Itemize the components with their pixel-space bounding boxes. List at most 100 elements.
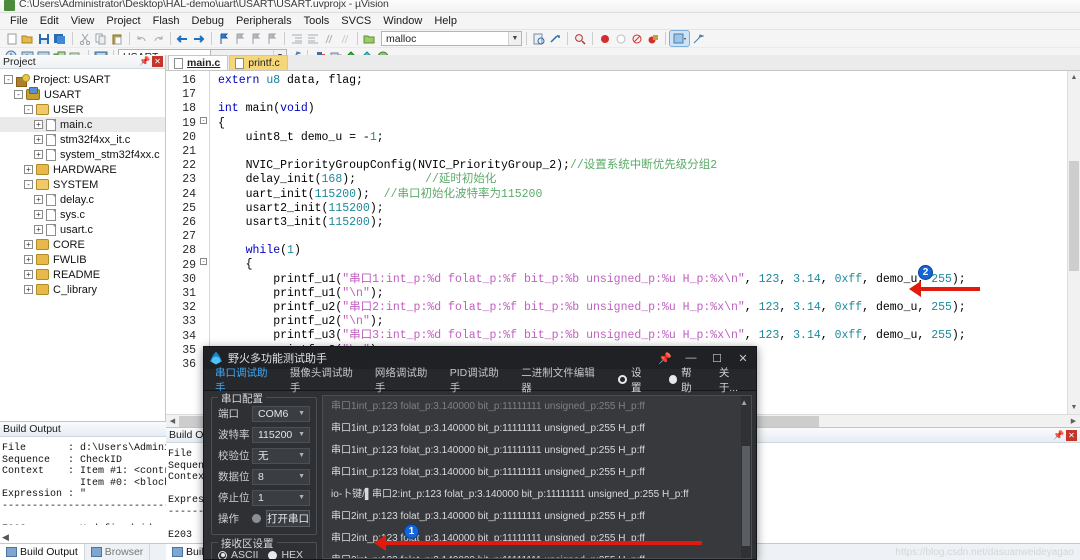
chevron-down-icon[interactable]: ▼: [298, 410, 305, 417]
fold-marker[interactable]: [200, 273, 209, 287]
insert-bookmark-icon[interactable]: [547, 31, 562, 46]
expand-icon[interactable]: +: [34, 135, 43, 144]
expand-icon[interactable]: +: [34, 120, 43, 129]
fold-marker[interactable]: -: [200, 258, 209, 272]
receive-area[interactable]: 串口1int_p:123 folat_p:3.140000 bit_p:1111…: [322, 395, 752, 559]
fold-marker[interactable]: [200, 202, 209, 216]
config-select-3[interactable]: 8 ▼: [252, 468, 310, 485]
menu-item-project[interactable]: Project: [100, 14, 146, 28]
pin-icon[interactable]: 📌: [652, 347, 678, 369]
expand-icon[interactable]: +: [34, 150, 43, 159]
find-icon[interactable]: [572, 31, 587, 46]
menu-item-file[interactable]: File: [4, 14, 34, 28]
radio-icon[interactable]: [268, 550, 278, 559]
open-file-icon[interactable]: [20, 31, 35, 46]
back-icon[interactable]: [175, 31, 190, 46]
forward-icon[interactable]: [191, 31, 206, 46]
window-layout-icon[interactable]: [669, 30, 690, 47]
scroll-down-icon[interactable]: ▼: [1068, 401, 1080, 414]
expand-icon[interactable]: +: [24, 285, 33, 294]
fold-marker[interactable]: [200, 74, 209, 88]
outdent-icon[interactable]: [305, 31, 320, 46]
bookmark-icon[interactable]: [216, 31, 231, 46]
tree-node[interactable]: - USER: [0, 102, 165, 117]
chevron-down-icon[interactable]: ▼: [508, 32, 521, 45]
new-file-icon[interactable]: [4, 31, 19, 46]
tree-node[interactable]: - Project: USART: [0, 72, 165, 87]
fold-marker[interactable]: [200, 329, 209, 343]
expand-icon[interactable]: +: [34, 195, 43, 204]
dialog-action-1[interactable]: 帮助: [660, 367, 710, 394]
save-all-icon[interactable]: [52, 31, 67, 46]
tree-node[interactable]: + delay.c: [0, 192, 165, 207]
paste-icon[interactable]: [109, 31, 124, 46]
build-scroll-left-icon[interactable]: ◀: [2, 532, 9, 543]
receive-scroll-up-icon[interactable]: ▲: [740, 398, 748, 407]
menu-item-help[interactable]: Help: [428, 14, 463, 28]
fold-marker[interactable]: [200, 287, 209, 301]
dialog-action-2[interactable]: 关于...: [710, 367, 756, 394]
editor-tab-mainc[interactable]: main.c: [168, 55, 229, 70]
menu-item-window[interactable]: Window: [377, 14, 428, 28]
close-icon[interactable]: ✕: [1066, 429, 1077, 441]
pin-icon[interactable]: 📌: [139, 56, 150, 67]
config-select-0[interactable]: COM6 ▼: [252, 405, 310, 422]
tree-node[interactable]: + C_library: [0, 282, 165, 297]
radio-icon[interactable]: [218, 550, 227, 559]
expand-icon[interactable]: +: [34, 210, 43, 219]
config-select-1[interactable]: 115200 ▼: [252, 426, 310, 443]
expand-icon[interactable]: +: [24, 240, 33, 249]
receive-scrollbar[interactable]: [741, 396, 751, 558]
chevron-down-icon[interactable]: ▼: [298, 494, 305, 501]
breakpoint-icon[interactable]: [597, 31, 612, 46]
serial-debug-dialog[interactable]: 野火多功能测试助手 📌 — ☐ ✕ 串口调试助手 摄像头调试助手 网络调试助手 PID…: [203, 346, 757, 560]
uncomment-icon[interactable]: [337, 31, 352, 46]
collapse-icon[interactable]: -: [200, 116, 207, 124]
tree-node[interactable]: + FWLIB: [0, 252, 165, 267]
save-icon[interactable]: [36, 31, 51, 46]
receive-scrollbar-thumb[interactable]: [742, 446, 750, 546]
tree-node[interactable]: + system_stm32f4xx.c: [0, 147, 165, 162]
tree-node[interactable]: + HARDWARE: [0, 162, 165, 177]
open-project-icon[interactable]: [362, 31, 377, 46]
fold-marker[interactable]: [200, 230, 209, 244]
tree-node[interactable]: + CORE: [0, 237, 165, 252]
tree-node[interactable]: + stm32f4xx_it.c: [0, 132, 165, 147]
menu-item-edit[interactable]: Edit: [34, 14, 65, 28]
scrollbar-thumb[interactable]: [1069, 161, 1079, 271]
expand-icon[interactable]: +: [24, 270, 33, 279]
bookmark-prev-icon[interactable]: [232, 31, 247, 46]
indent-icon[interactable]: [289, 31, 304, 46]
build-tab-browser[interactable]: Browser: [85, 544, 151, 560]
open-serial-port-button[interactable]: 打开串口: [266, 510, 310, 527]
fold-marker[interactable]: [200, 315, 209, 329]
cut-icon[interactable]: [77, 31, 92, 46]
editor-tab-printfc[interactable]: printf.c: [229, 55, 288, 70]
menu-item-flash[interactable]: Flash: [147, 14, 186, 28]
menu-item-peripherals[interactable]: Peripherals: [230, 14, 298, 28]
bookmark-clear-icon[interactable]: [264, 31, 279, 46]
config-select-4[interactable]: 1 ▼: [252, 489, 310, 506]
fold-marker[interactable]: [200, 145, 209, 159]
fold-marker[interactable]: -: [200, 116, 209, 131]
dialog-tab-4[interactable]: 二进制文件编辑器: [514, 367, 609, 394]
menu-item-tools[interactable]: Tools: [298, 14, 336, 28]
tree-node[interactable]: - SYSTEM: [0, 177, 165, 192]
redo-icon[interactable]: [150, 31, 165, 46]
undo-icon[interactable]: [134, 31, 149, 46]
expand-icon[interactable]: +: [34, 225, 43, 234]
tree-node[interactable]: - USART: [0, 87, 165, 102]
fold-marker[interactable]: [200, 88, 209, 102]
dialog-tab-2[interactable]: 网络调试助手: [368, 367, 443, 394]
comment-icon[interactable]: [321, 31, 336, 46]
tree-node[interactable]: + main.c: [0, 117, 165, 132]
bookmark-next-icon[interactable]: [248, 31, 263, 46]
configure-icon[interactable]: [690, 31, 705, 46]
pin-icon[interactable]: 📌: [1053, 430, 1064, 441]
chevron-down-icon[interactable]: ▼: [298, 473, 305, 480]
build-tab-buildoutput[interactable]: Build Output: [0, 544, 85, 560]
collapse-icon[interactable]: -: [24, 105, 33, 114]
breakpoint-disable-icon[interactable]: [613, 31, 628, 46]
dialog-tab-0[interactable]: 串口调试助手: [208, 367, 283, 394]
fold-marker[interactable]: [200, 173, 209, 187]
